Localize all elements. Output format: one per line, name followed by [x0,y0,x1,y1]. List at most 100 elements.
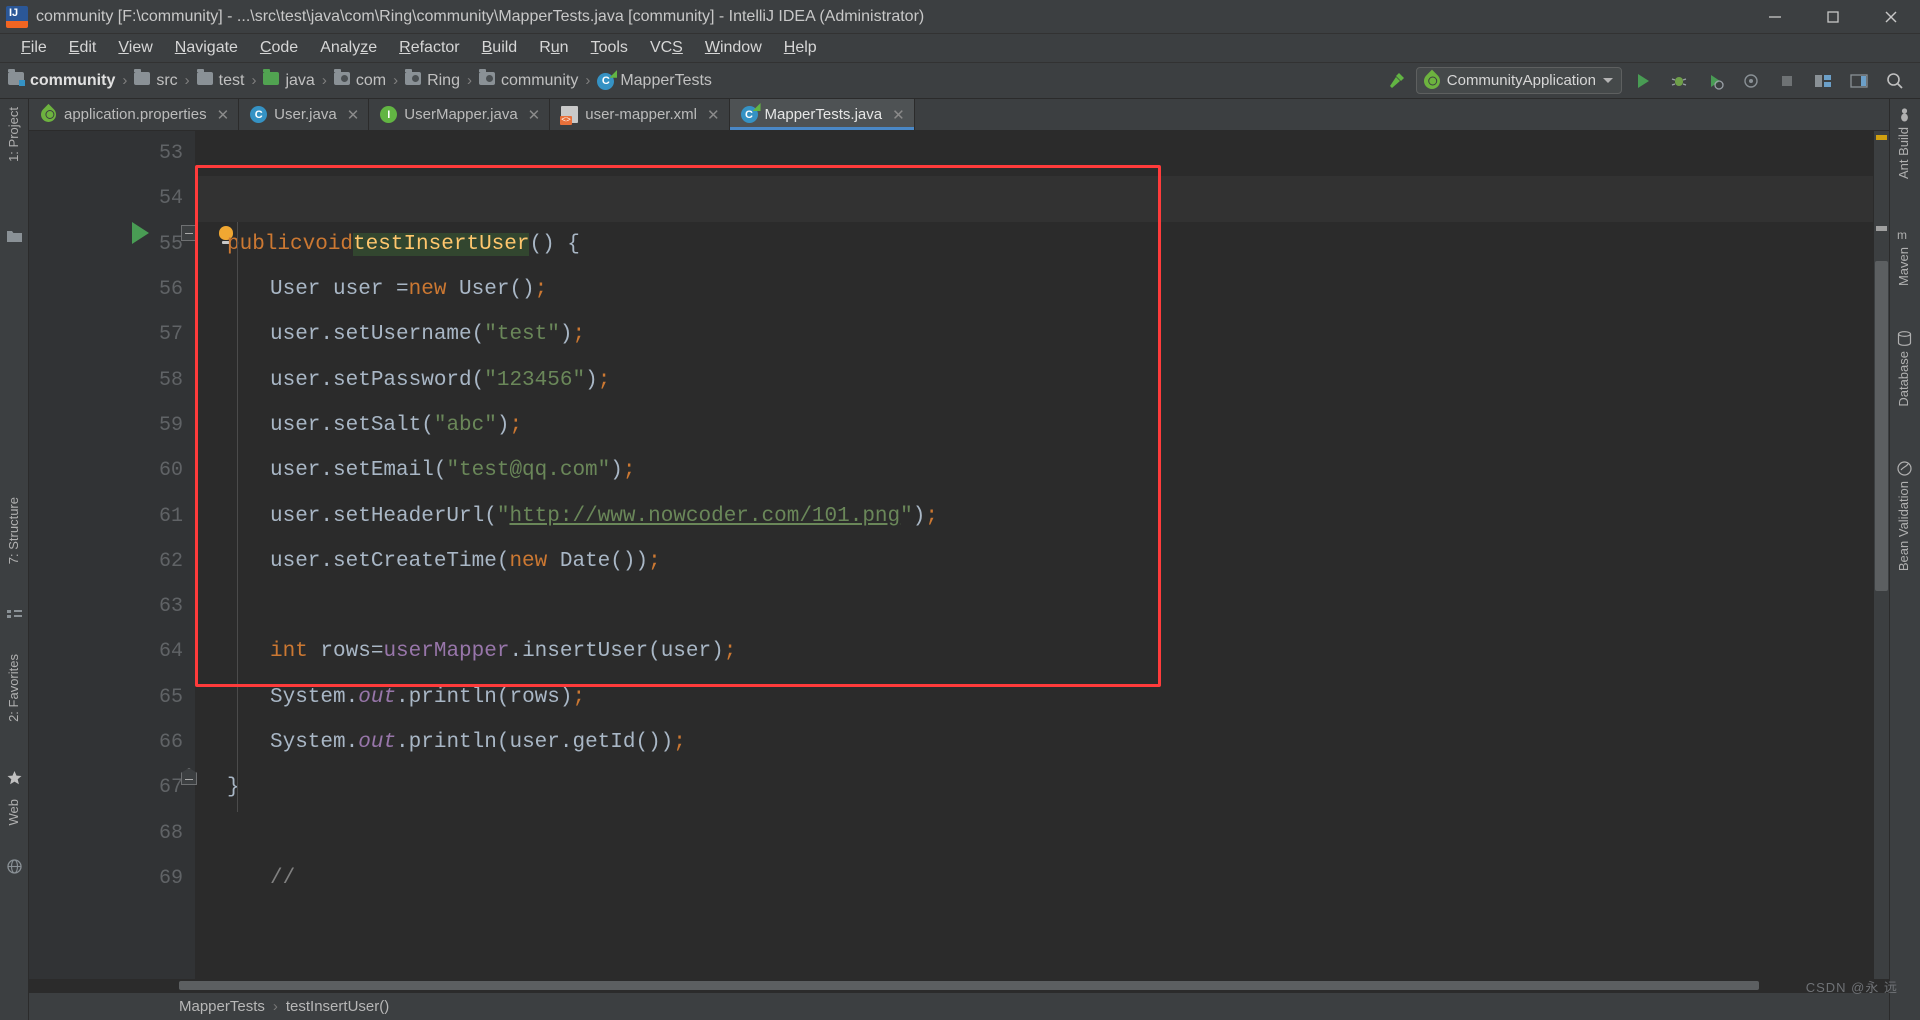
folder-icon[interactable] [7,229,22,244]
layout-button[interactable] [1844,66,1874,96]
window-controls [1746,0,1920,34]
sidebar-item-bean-validation[interactable]: Bean Validation [1896,481,1911,571]
code-line-55: public void testInsertUser() { [227,232,580,256]
debug-button[interactable] [1664,66,1694,96]
code-editor[interactable]: 53 54 55 56 57 58 59 60 61 62 63 64 65 6… [29,131,1889,979]
run-configuration-selector[interactable]: CommunityApplication [1415,67,1622,94]
maven-icon[interactable]: m [1897,227,1912,242]
run-with-coverage-button[interactable] [1700,66,1730,96]
line-number: 56 [158,278,183,302]
favorites-star-icon[interactable] [7,771,22,786]
editor-breadcrumb: MapperTests › testInsertUser() [29,992,1889,1020]
spring-boot-icon [1420,69,1444,92]
breadcrumb-item-community-module[interactable]: community [8,68,115,90]
breadcrumb-label: MapperTests [620,71,712,89]
database-icon[interactable] [1897,331,1912,346]
menu-run[interactable]: Run [528,36,579,60]
interface-icon: I [380,106,398,123]
menu-window[interactable]: Window [694,36,773,60]
maximize-button[interactable] [1804,0,1862,34]
breadcrumb-item-src[interactable]: src [134,68,178,90]
sidebar-item-project[interactable]: 1: Project [6,107,21,162]
close-icon[interactable]: ✕ [217,106,230,124]
sidebar-item-ant-build[interactable]: Ant Build [1896,127,1911,179]
watermark: CSDN @永 远 [1805,980,1898,995]
hammer-icon[interactable] [1382,67,1410,95]
menu-code[interactable]: Code [249,36,309,60]
breadcrumb-class[interactable]: MapperTests [179,998,265,1015]
ant-icon[interactable] [1897,107,1912,122]
menu-edit[interactable]: Edit [58,36,108,60]
tab-user-mapper-xml[interactable]: user-mapper.xml ✕ [550,99,730,130]
line-number: 54 [158,187,183,211]
minimize-button[interactable] [1746,0,1804,34]
editor-gutter[interactable]: 53 54 55 56 57 58 59 60 61 62 63 64 65 6… [29,131,195,979]
breadcrumb-item-test[interactable]: test [196,68,244,90]
spring-properties-icon [37,103,60,126]
line-number: 59 [158,413,183,437]
breadcrumb-method[interactable]: testInsertUser() [286,998,389,1015]
menu-file[interactable]: FFileile [10,36,58,60]
code-line-57: user.setUsername("test"); [270,323,586,347]
menu-build[interactable]: Build [471,36,529,60]
code-line-64: int rows= userMapper .insertUser (user); [270,640,737,664]
breadcrumb-item-ring[interactable]: Ring [405,68,460,90]
svg-text:m: m [1897,228,1907,242]
tab-mappertests-java[interactable]: C MapperTests.java ✕ [729,99,915,130]
close-icon[interactable]: ✕ [707,106,720,124]
tab-application-properties[interactable]: application.properties ✕ [29,99,240,130]
url-link[interactable]: http://www.nowcoder.com/101.png [509,505,900,528]
code-text-area[interactable]: @Test public void testInsertUser() { Use… [195,131,1873,979]
close-button[interactable] [1862,0,1920,34]
search-icon[interactable] [1880,66,1910,96]
web-icon[interactable] [7,859,22,874]
breadcrumb-label: src [156,71,178,89]
code-line-67: } [227,776,240,800]
tab-label: User.java [274,106,337,123]
menu-navigate[interactable]: Navigate [164,36,249,60]
tab-usermapper-java[interactable]: I UserMapper.java ✕ [369,99,551,130]
close-icon[interactable]: ✕ [528,106,541,124]
editor-marker-strip[interactable] [1873,131,1889,979]
breadcrumb-item-java[interactable]: java [263,68,315,90]
package-icon [405,68,422,90]
line-number: 65 [158,685,183,709]
sidebar-item-database[interactable]: Database [1896,351,1911,407]
sidebar-item-web[interactable]: Web [6,799,21,826]
sidebar-item-favorites[interactable]: 2: Favorites [6,654,21,722]
close-icon[interactable]: ✕ [892,106,905,124]
breadcrumb-item-community-package[interactable]: community [478,68,578,90]
menu-view[interactable]: View [107,36,163,60]
close-icon[interactable]: ✕ [347,106,360,124]
profile-button[interactable] [1736,66,1766,96]
test-class-icon: C [597,71,615,90]
run-button[interactable] [1628,66,1658,96]
menu-analyze[interactable]: Analyze [309,36,388,60]
horizontal-scrollbar-thumb[interactable] [179,981,1759,990]
breadcrumb-item-mappertests[interactable]: C MapperTests [597,71,712,90]
folder-icon [134,68,151,90]
menu-vcs[interactable]: VCS [639,36,694,60]
sidebar-item-structure[interactable]: 7: Structure [6,497,21,564]
breadcrumb-separator: › [251,72,257,89]
menu-tools[interactable]: Tools [580,36,639,60]
menu-help[interactable]: Help [773,36,828,60]
breadcrumb-item-com[interactable]: com [333,68,386,90]
package-icon [478,68,495,90]
line-number: 67 [158,776,183,800]
menu-refactor[interactable]: Refactor [388,36,470,60]
project-structure-button[interactable] [1808,66,1838,96]
run-configuration-name: CommunityApplication [1446,72,1596,89]
horizontal-scrollbar[interactable] [29,979,1889,992]
bean-icon[interactable] [1897,461,1912,476]
tab-user-java[interactable]: C User.java ✕ [239,99,370,130]
breadcrumb-separator: › [272,998,278,1015]
stop-button[interactable] [1772,66,1802,96]
caret-marker[interactable] [1876,226,1887,231]
line-number: 66 [158,731,183,754]
vertical-scrollbar-thumb[interactable] [1875,261,1888,591]
sidebar-item-maven[interactable]: Maven [1896,247,1911,286]
structure-icon[interactable] [7,609,22,624]
warning-marker[interactable] [1876,135,1887,140]
code-line-65: System. out .println (rows); [270,685,586,709]
